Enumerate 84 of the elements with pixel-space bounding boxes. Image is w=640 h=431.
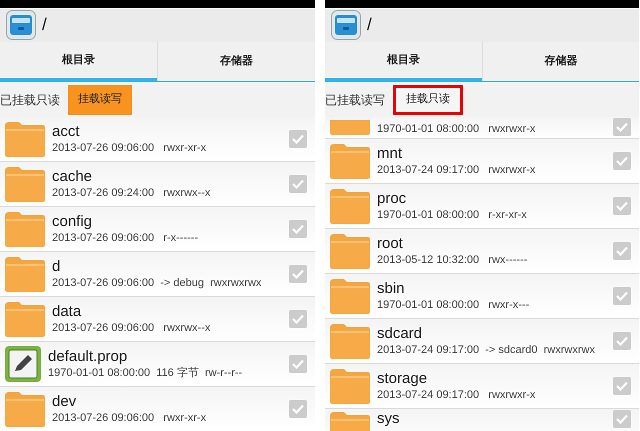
file-details: 2013-07-26 09:06:00 -> debug rwxrwxrwx <box>52 276 262 290</box>
file-name: mnt <box>377 144 404 163</box>
check-icon <box>292 314 304 324</box>
check-icon <box>616 291 628 301</box>
file-details: 2013-07-26 09:06:00 rwxr-xr-x <box>52 410 208 426</box>
file-details: 2013-07-26 09:06:00 rwxr-xr-x <box>52 140 208 156</box>
folder-icon <box>329 187 371 225</box>
check-icon <box>616 336 628 346</box>
folder-icon <box>329 277 371 315</box>
file-name: dev <box>52 392 78 411</box>
mount-status: 已挂载读写 <box>325 92 385 108</box>
check-icon <box>292 269 304 279</box>
checkbox[interactable] <box>613 242 631 260</box>
check-icon <box>292 404 304 414</box>
folder-icon <box>329 322 371 360</box>
checkbox[interactable] <box>613 152 631 170</box>
file-details: 1970-01-01 08:00:00 116 字节 rw-r--r-- <box>48 366 244 380</box>
file-name: sbin <box>377 280 406 298</box>
check-icon <box>292 359 304 369</box>
check-icon <box>616 381 628 391</box>
checkbox[interactable] <box>289 265 307 283</box>
path-label: / <box>42 14 47 36</box>
file-name: d <box>52 258 62 276</box>
file-name: default.prop <box>48 348 128 366</box>
folder-icon <box>4 255 46 293</box>
mount-button[interactable]: 挂载读写 <box>68 84 132 114</box>
checkbox[interactable] <box>289 355 307 373</box>
file-details: 2013-05-12 10:32:00 rwx------ <box>377 252 528 268</box>
file-name: sys <box>377 410 400 428</box>
mount-status: 已挂载只读 <box>0 92 60 108</box>
tab[interactable]: 存储器 <box>157 42 315 81</box>
tab[interactable]: 根目录 <box>0 42 157 82</box>
path-label: / <box>367 14 372 36</box>
folder-icon <box>4 210 46 248</box>
file-name: acct <box>52 122 81 141</box>
folder-icon <box>329 232 371 270</box>
checkbox[interactable] <box>289 310 307 328</box>
checkbox[interactable] <box>613 377 631 395</box>
file-name: cache <box>52 168 94 186</box>
checkbox[interactable] <box>613 118 631 136</box>
file-name: root <box>377 234 404 253</box>
check-icon <box>616 201 628 211</box>
mount-button[interactable]: 挂载只读 <box>393 84 463 114</box>
checkbox[interactable] <box>613 410 631 428</box>
folder-icon <box>4 300 46 338</box>
checkbox[interactable] <box>289 130 307 148</box>
check-icon <box>616 156 628 166</box>
file-details: 2013-07-26 09:06:00 r-x------ <box>52 230 200 246</box>
checkbox[interactable] <box>613 332 631 350</box>
file-details: 2013-07-24 09:17:00 rwxrwxr-x <box>377 388 536 402</box>
file-name: sdcard <box>377 324 424 343</box>
check-icon <box>292 134 304 144</box>
file-name: proc <box>377 190 408 208</box>
check-icon <box>292 224 304 234</box>
check-icon <box>292 179 304 189</box>
tab[interactable]: 存储器 <box>482 42 639 81</box>
edit-file-icon <box>4 345 42 383</box>
file-details: 1970-01-01 08:00:00 rwxrwxr-x <box>377 122 536 136</box>
folder-icon <box>4 165 46 203</box>
tab[interactable]: 根目录 <box>325 42 482 82</box>
folder-icon <box>329 120 371 136</box>
check-icon <box>616 246 628 256</box>
file-details: 2013-07-24 09:17:00 -> sdcard0 rwxrwxrwx <box>377 342 596 358</box>
file-details: 2013-07-26 09:24:00 rwxrwx--x <box>52 186 212 200</box>
checkbox[interactable] <box>289 175 307 193</box>
checkbox[interactable] <box>613 287 631 305</box>
file-details: 1970-01-01 08:00:00 rwxr-x--- <box>377 298 530 312</box>
folder-icon <box>329 142 371 180</box>
check-icon <box>616 122 628 132</box>
file-details: 1970-01-01 08:00:00 r-xr-xr-x <box>377 208 528 222</box>
file-name: config <box>52 212 94 231</box>
checkbox[interactable] <box>289 220 307 238</box>
file-row[interactable]: sys <box>325 409 639 431</box>
checkbox[interactable] <box>613 197 631 215</box>
folder-icon <box>4 390 46 428</box>
file-name: data <box>52 302 82 321</box>
check-icon <box>616 414 628 424</box>
file-details: 2013-07-26 09:06:00 rwxrwx--x <box>52 320 212 336</box>
file-row[interactable]: 1970-01-01 08:00:00 rwxrwxr-x <box>325 117 639 139</box>
folder-icon <box>4 120 46 158</box>
checkbox[interactable] <box>289 400 307 418</box>
folder-icon <box>329 367 371 405</box>
file-details: 2013-07-24 09:17:00 rwxrwxr-x <box>377 162 536 178</box>
file-name: storage <box>377 370 428 388</box>
